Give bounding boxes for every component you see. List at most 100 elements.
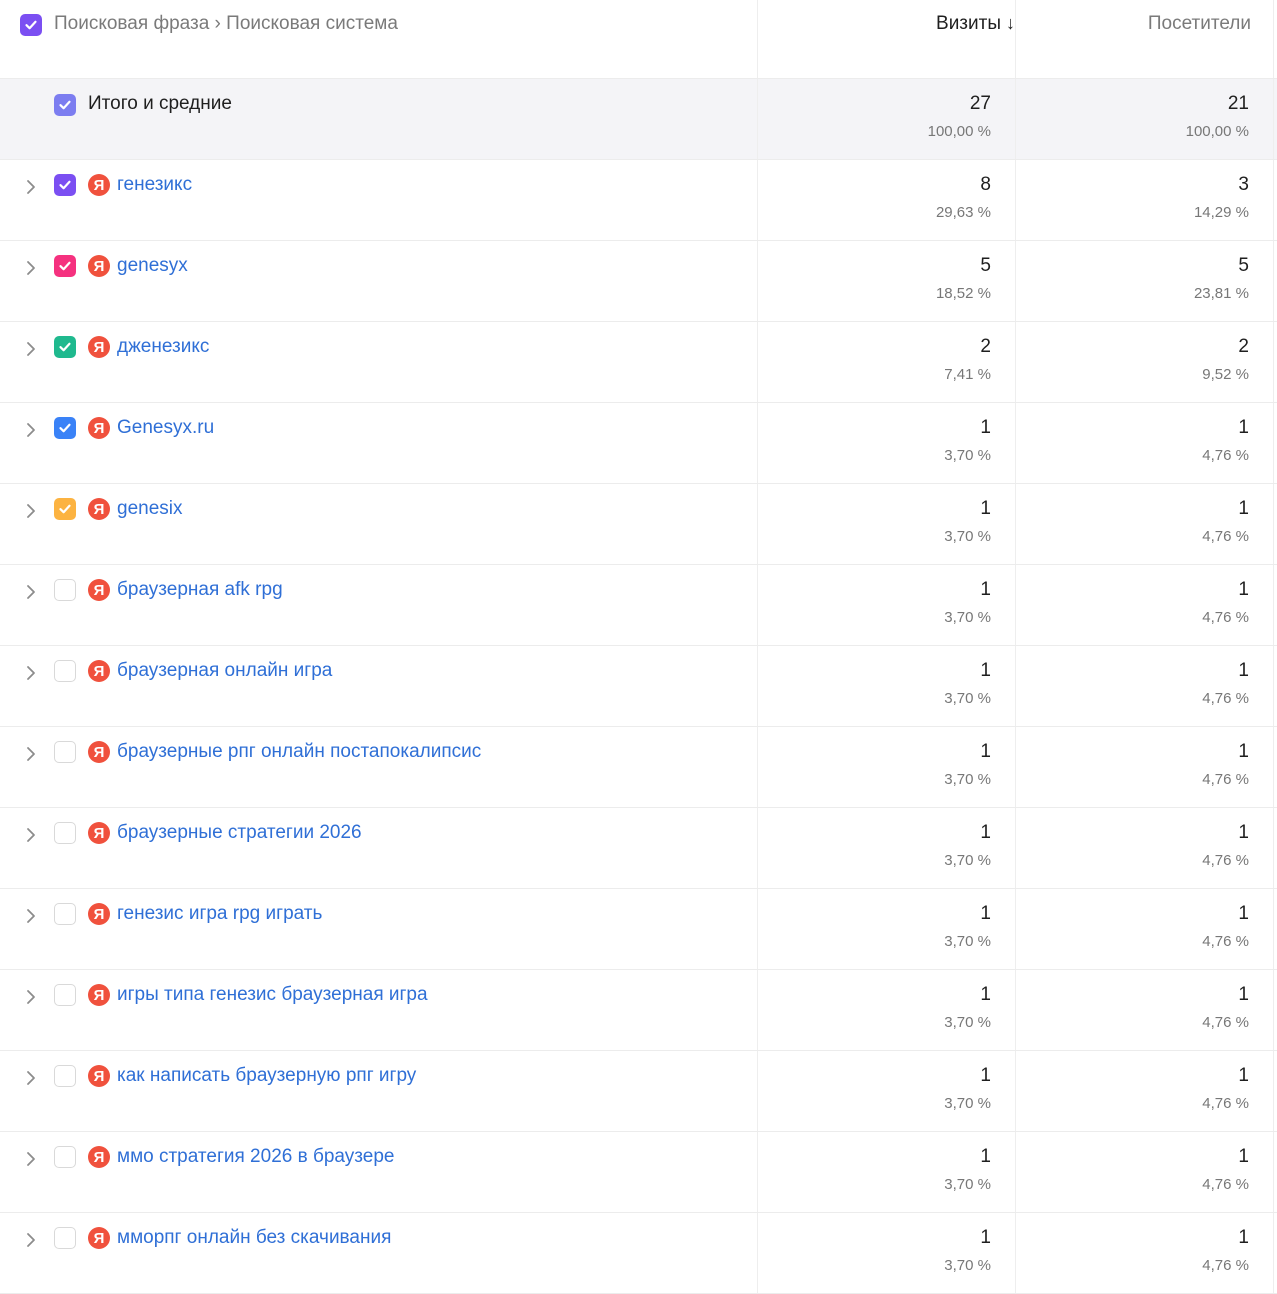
row-visitors: 1	[1238, 579, 1249, 600]
row-visitors: 2	[1238, 336, 1249, 357]
chevron-right-icon[interactable]	[22, 1067, 40, 1089]
yandex-icon: Я	[88, 174, 110, 196]
row-visits-pct: 3,70 %	[944, 609, 991, 626]
row-checkbox[interactable]	[54, 417, 76, 439]
yandex-icon: Я	[88, 1065, 110, 1087]
row-checkbox[interactable]	[54, 579, 76, 601]
row-visits: 1	[980, 903, 991, 924]
search-phrase-link[interactable]: генезис игра rpg играть	[117, 903, 322, 925]
yandex-icon: Я	[88, 417, 110, 439]
row-checkbox[interactable]	[54, 822, 76, 844]
chevron-right-icon[interactable]	[22, 1229, 40, 1251]
row-visits-pct: 3,70 %	[944, 933, 991, 950]
chevron-right-icon[interactable]	[22, 905, 40, 927]
chevron-right-icon[interactable]	[22, 257, 40, 279]
row-visitors: 1	[1238, 741, 1249, 762]
select-all-checkbox[interactable]	[20, 14, 42, 36]
search-phrase-link[interactable]: генезикс	[117, 174, 192, 196]
table-row[interactable]: Яигры типа генезис браузерная игра 1 3,70 …	[0, 970, 1277, 1051]
row-checkbox[interactable]	[54, 903, 76, 925]
yandex-icon: Я	[88, 822, 110, 844]
chevron-right-icon[interactable]	[22, 1148, 40, 1170]
table-row[interactable]: Я Genesyx.ru 1 3,70 % 1 4,76 %	[0, 403, 1277, 484]
visitors-column-header[interactable]: Посетители	[1148, 13, 1251, 35]
check-icon	[59, 423, 71, 433]
check-icon	[59, 100, 71, 110]
table-row[interactable]: Якак написать браузерную рпг игру 1 3,70 %…	[0, 1051, 1277, 1132]
chevron-right-icon[interactable]	[22, 824, 40, 846]
search-phrase-link[interactable]: genesyx	[117, 255, 188, 277]
search-phrase-link[interactable]: Genesyx.ru	[117, 417, 214, 439]
table-row[interactable]: Ягенезикс 8 29,63 % 3 14,29 %	[0, 160, 1277, 241]
row-checkbox[interactable]	[54, 1146, 76, 1168]
row-visits-pct: 3,70 %	[944, 1014, 991, 1031]
table-row[interactable]: Ягенезис игра rpg играть 1 3,70 % 1 4,76 %	[0, 889, 1277, 970]
search-phrase-link[interactable]: браузерная afk rpg	[117, 579, 283, 601]
row-checkbox[interactable]	[54, 498, 76, 520]
search-phrase-link[interactable]: игры типа генезис браузерная игра	[117, 984, 428, 1006]
totals-visitors: 21	[1227, 93, 1249, 114]
search-phrase-link[interactable]: genesix	[117, 498, 183, 520]
search-phrase-link[interactable]: браузерная онлайн игра	[117, 660, 332, 682]
chevron-right-icon[interactable]	[22, 419, 40, 441]
totals-visits: 27	[969, 93, 991, 114]
row-checkbox[interactable]	[54, 1065, 76, 1087]
row-visitors: 1	[1238, 1227, 1249, 1248]
row-visitors: 1	[1238, 984, 1249, 1005]
row-visits: 8	[980, 174, 991, 195]
row-visitors: 5	[1238, 255, 1249, 276]
visits-column-header[interactable]: Визиты ↓	[936, 13, 1015, 35]
search-phrase-link[interactable]: браузерные рпг онлайн постапокалипсис	[117, 741, 481, 763]
chevron-right-icon[interactable]	[22, 176, 40, 198]
totals-visitors-pct: 100,00 %	[1185, 123, 1249, 140]
table-row[interactable]: Ябраузерные стратегии 2026 1 3,70 % 1 4,76 %	[0, 808, 1277, 889]
table-row[interactable]: Яgenesyx 5 18,52 % 5 23,81 %	[0, 241, 1277, 322]
row-checkbox[interactable]	[54, 1227, 76, 1249]
row-visitors-pct: 4,76 %	[1202, 852, 1249, 869]
row-visitors-pct: 4,76 %	[1202, 1176, 1249, 1193]
totals-checkbox[interactable]	[54, 94, 76, 116]
search-phrase-link[interactable]: мморпг онлайн без скачивания	[117, 1227, 391, 1249]
row-checkbox[interactable]	[54, 174, 76, 196]
table-row[interactable]: Ябраузерные рпг онлайн постапокалипсис 1 3…	[0, 727, 1277, 808]
table-row[interactable]: Ябраузерная онлайн игра 1 3,70 % 1 4,76 %	[0, 646, 1277, 727]
row-visits-pct: 29,63 %	[935, 204, 991, 221]
table-row[interactable]: Яgenesix 1 3,70 % 1 4,76 %	[0, 484, 1277, 565]
dimensions-header[interactable]: Поисковая фраза › Поисковая система	[54, 13, 398, 35]
yandex-icon: Я	[88, 1227, 110, 1249]
sort-down-icon: ↓	[1006, 13, 1015, 33]
search-phrase-link[interactable]: ммо стратегия 2026 в браузере	[117, 1146, 394, 1168]
row-visits: 2	[980, 336, 991, 357]
search-phrase-link[interactable]: браузерные стратегии 2026	[117, 822, 362, 844]
check-icon	[59, 261, 71, 271]
visits-column-label: Визиты	[936, 13, 1001, 34]
yandex-icon: Я	[88, 579, 110, 601]
row-checkbox[interactable]	[54, 984, 76, 1006]
row-checkbox[interactable]	[54, 741, 76, 763]
table-row[interactable]: Ядженезикс 2 7,41 % 2 9,52 %	[0, 322, 1277, 403]
row-checkbox[interactable]	[54, 660, 76, 682]
table-row[interactable]: Яммо стратегия 2026 в браузере 1 3,70 % 1 4,…	[0, 1132, 1277, 1213]
chevron-right-icon[interactable]	[22, 662, 40, 684]
row-visitors-pct: 4,76 %	[1202, 447, 1249, 464]
row-visitors-pct: 4,76 %	[1202, 1095, 1249, 1112]
row-checkbox[interactable]	[54, 255, 76, 277]
row-checkbox[interactable]	[54, 336, 76, 358]
chevron-right-icon[interactable]	[22, 743, 40, 765]
row-visits-pct: 3,70 %	[944, 771, 991, 788]
table-row[interactable]: Ябраузерная afk rpg 1 3,70 % 1 4,76 %	[0, 565, 1277, 646]
row-visitors-pct: 4,76 %	[1202, 1014, 1249, 1031]
chevron-right-icon[interactable]	[22, 986, 40, 1008]
table-header: Поисковая фраза › Поисковая система Визи…	[0, 0, 1277, 79]
search-phrase-link[interactable]: как написать браузерную рпг игру	[117, 1065, 416, 1087]
row-visits: 1	[980, 660, 991, 681]
row-visits: 1	[980, 1065, 991, 1086]
yandex-icon: Я	[88, 336, 110, 358]
chevron-right-icon[interactable]	[22, 338, 40, 360]
chevron-right-icon[interactable]	[22, 581, 40, 603]
search-phrase-link[interactable]: дженезикс	[117, 336, 209, 358]
table-row[interactable]: Ямморпг онлайн без скачивания 1 3,70 % 1 4,7…	[0, 1213, 1277, 1294]
row-visits: 1	[980, 498, 991, 519]
row-visits: 1	[980, 1146, 991, 1167]
chevron-right-icon[interactable]	[22, 500, 40, 522]
